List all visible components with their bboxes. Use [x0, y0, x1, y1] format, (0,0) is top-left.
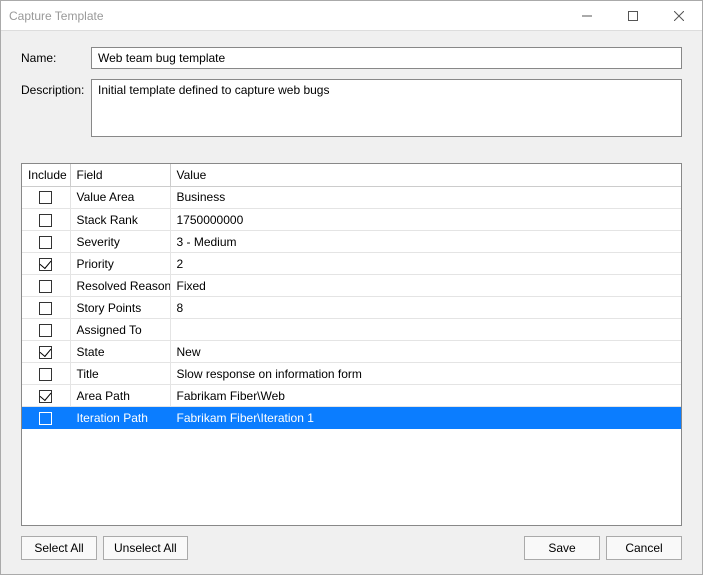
- value-cell: Fabrikam Fiber\Web: [170, 385, 681, 407]
- cancel-button[interactable]: Cancel: [606, 536, 682, 560]
- field-cell: Iteration Path: [70, 407, 170, 429]
- value-cell: 3 - Medium: [170, 231, 681, 253]
- include-checkbox[interactable]: [39, 191, 52, 204]
- table-row[interactable]: Resolved ReasonFixed: [22, 275, 681, 297]
- table-row[interactable]: Area PathFabrikam Fiber\Web: [22, 385, 681, 407]
- include-cell[interactable]: [22, 407, 70, 429]
- field-cell: Title: [70, 363, 170, 385]
- value-cell: Fabrikam Fiber\Iteration 1: [170, 407, 681, 429]
- table-row[interactable]: Iteration PathFabrikam Fiber\Iteration 1: [22, 407, 681, 429]
- include-checkbox[interactable]: [39, 324, 52, 337]
- table-row[interactable]: Priority2: [22, 253, 681, 275]
- description-label: Description:: [21, 79, 91, 97]
- field-cell: State: [70, 341, 170, 363]
- include-checkbox[interactable]: [39, 368, 52, 381]
- include-cell[interactable]: [22, 297, 70, 319]
- header-field[interactable]: Field: [70, 164, 170, 186]
- include-checkbox[interactable]: [39, 280, 52, 293]
- value-cell: [170, 319, 681, 341]
- value-cell: Slow response on information form: [170, 363, 681, 385]
- value-cell: 2: [170, 253, 681, 275]
- include-checkbox[interactable]: [39, 390, 52, 403]
- value-cell: 8: [170, 297, 681, 319]
- field-cell: Value Area: [70, 187, 170, 209]
- name-label: Name:: [21, 47, 91, 65]
- include-cell[interactable]: [22, 319, 70, 341]
- include-cell[interactable]: [22, 385, 70, 407]
- include-cell[interactable]: [22, 275, 70, 297]
- table-row[interactable]: Stack Rank1750000000: [22, 209, 681, 231]
- field-cell: Assigned To: [70, 319, 170, 341]
- form-area: Name: Description: Initial template defi…: [1, 31, 702, 155]
- field-cell: Story Points: [70, 297, 170, 319]
- table-row[interactable]: Story Points8: [22, 297, 681, 319]
- include-checkbox[interactable]: [39, 412, 52, 425]
- field-cell: Stack Rank: [70, 209, 170, 231]
- titlebar: Capture Template: [1, 1, 702, 31]
- unselect-all-button[interactable]: Unselect All: [103, 536, 188, 560]
- name-input[interactable]: [91, 47, 682, 69]
- include-cell[interactable]: [22, 341, 70, 363]
- value-cell: Fixed: [170, 275, 681, 297]
- table-row[interactable]: Value AreaBusiness: [22, 187, 681, 209]
- include-checkbox[interactable]: [39, 346, 52, 359]
- window-title: Capture Template: [9, 9, 564, 23]
- maximize-button[interactable]: [610, 1, 656, 31]
- table-row[interactable]: Assigned To: [22, 319, 681, 341]
- grid-header-row: Include Field Value: [22, 164, 681, 186]
- include-checkbox[interactable]: [39, 258, 52, 271]
- include-checkbox[interactable]: [39, 236, 52, 249]
- value-cell: 1750000000: [170, 209, 681, 231]
- field-cell: Priority: [70, 253, 170, 275]
- close-button[interactable]: [656, 1, 702, 31]
- include-checkbox[interactable]: [39, 214, 52, 227]
- value-cell: New: [170, 341, 681, 363]
- include-cell[interactable]: [22, 209, 70, 231]
- include-cell[interactable]: [22, 363, 70, 385]
- select-all-button[interactable]: Select All: [21, 536, 97, 560]
- fields-grid: Include Field Value Value AreaBusinessSt…: [21, 163, 682, 526]
- value-cell: Business: [170, 187, 681, 209]
- field-cell: Area Path: [70, 385, 170, 407]
- table-row[interactable]: TitleSlow response on information form: [22, 363, 681, 385]
- save-button[interactable]: Save: [524, 536, 600, 560]
- field-cell: Resolved Reason: [70, 275, 170, 297]
- dialog-window: Capture Template Name: Description: Init…: [0, 0, 703, 575]
- window-controls: [564, 1, 702, 31]
- include-checkbox[interactable]: [39, 302, 52, 315]
- description-input[interactable]: Initial template defined to capture web …: [91, 79, 682, 137]
- table-row[interactable]: StateNew: [22, 341, 681, 363]
- include-cell[interactable]: [22, 253, 70, 275]
- table-row[interactable]: Severity3 - Medium: [22, 231, 681, 253]
- minimize-button[interactable]: [564, 1, 610, 31]
- include-cell[interactable]: [22, 187, 70, 209]
- include-cell[interactable]: [22, 231, 70, 253]
- header-include[interactable]: Include: [22, 164, 70, 186]
- header-value[interactable]: Value: [170, 164, 681, 186]
- field-cell: Severity: [70, 231, 170, 253]
- button-bar: Select All Unselect All Save Cancel: [1, 526, 702, 574]
